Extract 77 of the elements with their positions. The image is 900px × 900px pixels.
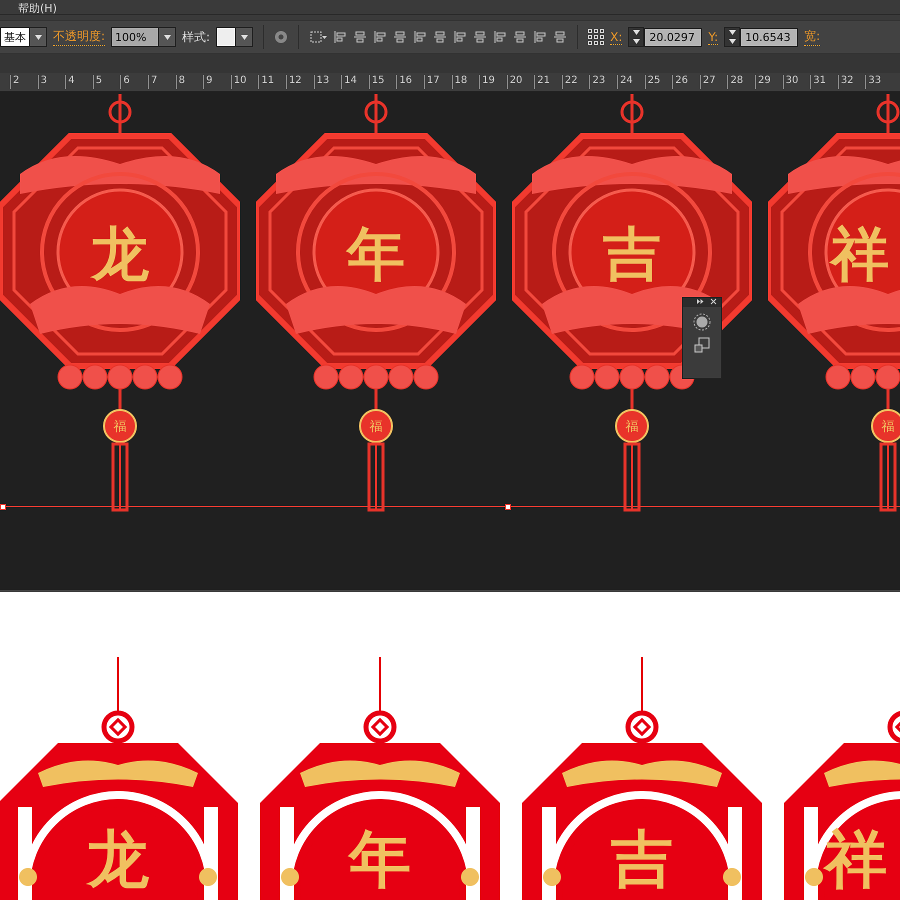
badge-character: 福 bbox=[882, 420, 894, 434]
ruler-number: 21 bbox=[534, 75, 562, 89]
ruler-number: 25 bbox=[644, 75, 672, 89]
align-icon[interactable] bbox=[433, 30, 448, 44]
ruler-number: 18 bbox=[452, 75, 480, 89]
badge-character: 福 bbox=[114, 420, 126, 434]
badge-character: 福 bbox=[626, 420, 638, 434]
calligraphy-character: 吉 bbox=[603, 220, 661, 288]
align-icon[interactable] bbox=[353, 30, 368, 44]
ruler-number: 17 bbox=[424, 75, 452, 89]
calligraphy-character: 龙 bbox=[91, 220, 149, 288]
ruler-number: 10 bbox=[230, 75, 258, 89]
ruler-number: 14 bbox=[341, 75, 369, 89]
opacity-dropdown[interactable]: 100% bbox=[111, 27, 176, 47]
style-dropdown[interactable] bbox=[216, 27, 254, 47]
ruler-number: 9 bbox=[203, 75, 231, 89]
caret-icon bbox=[240, 34, 248, 40]
reference-point-icon[interactable] bbox=[588, 29, 604, 45]
ruler-number: 7 bbox=[148, 75, 176, 89]
ruler-number: 5 bbox=[92, 75, 120, 89]
menu-item[interactable]: 帮助(H) bbox=[18, 3, 57, 14]
ruler-number: 8 bbox=[176, 75, 204, 89]
caret-icon bbox=[164, 34, 171, 40]
ruler-number: 27 bbox=[700, 75, 728, 89]
ruler-number: 22 bbox=[562, 75, 590, 89]
calligraphy-character: 祥 bbox=[831, 220, 889, 288]
align-icon[interactable] bbox=[373, 30, 388, 44]
ruler-number: 20 bbox=[506, 75, 534, 89]
workspace-dropdown[interactable]: 基本 bbox=[0, 27, 47, 47]
close-icon[interactable] bbox=[710, 298, 717, 305]
ruler-number: 3 bbox=[38, 75, 66, 89]
calligraphy-character: 年 bbox=[347, 220, 405, 288]
align-icon[interactable] bbox=[413, 30, 428, 44]
transform-icon[interactable] bbox=[309, 30, 328, 44]
ruler-number: 4 bbox=[65, 75, 93, 89]
align-icon[interactable] bbox=[533, 30, 548, 44]
align-icon[interactable] bbox=[333, 30, 348, 44]
ruler-number: 31 bbox=[810, 75, 838, 89]
width-label: 宽: bbox=[804, 28, 820, 46]
ruler-number: 23 bbox=[589, 75, 618, 89]
ruler-number: 13 bbox=[314, 75, 342, 89]
selection-handle[interactable] bbox=[505, 504, 511, 510]
ruler-number: 19 bbox=[479, 75, 507, 89]
x-label: X: bbox=[610, 30, 622, 44]
y-label: Y: bbox=[708, 30, 718, 44]
ruler-number: 24 bbox=[617, 75, 645, 89]
calligraphy-character: 年 bbox=[349, 822, 411, 896]
align-icon[interactable] bbox=[513, 30, 528, 44]
style-label: 样式: bbox=[182, 28, 210, 46]
recolor-icon[interactable] bbox=[274, 30, 288, 44]
align-icon[interactable] bbox=[453, 30, 468, 44]
align-icon[interactable] bbox=[393, 30, 408, 44]
opacity-label[interactable]: 不透明度: bbox=[53, 28, 106, 46]
ruler-number: 6 bbox=[120, 75, 148, 89]
ruler-number: 29 bbox=[755, 75, 783, 89]
ruler-number: 2 bbox=[10, 75, 38, 89]
ruler-number: 28 bbox=[727, 75, 756, 89]
caret-icon bbox=[34, 34, 42, 40]
ruler-number: 16 bbox=[396, 75, 424, 89]
ruler-number: 33 bbox=[865, 75, 893, 89]
badge-character: 福 bbox=[370, 420, 382, 434]
calligraphy-character: 祥 bbox=[825, 822, 887, 896]
align-icon[interactable] bbox=[493, 30, 508, 44]
align-icon[interactable] bbox=[553, 30, 568, 44]
arrange-icon[interactable] bbox=[694, 337, 710, 353]
brightness-icon[interactable] bbox=[693, 313, 711, 331]
align-icon[interactable] bbox=[473, 30, 488, 44]
collapse-icon[interactable] bbox=[697, 298, 704, 305]
calligraphy-character: 吉 bbox=[611, 822, 673, 896]
ruler-number: 30 bbox=[782, 75, 810, 89]
calligraphy-character: 龙 bbox=[87, 822, 149, 896]
ruler-number: 32 bbox=[838, 75, 866, 89]
ruler-number: 15 bbox=[368, 75, 396, 89]
selection-handle[interactable] bbox=[0, 504, 6, 510]
ruler-number: 11 bbox=[258, 75, 286, 89]
ruler-number: 12 bbox=[286, 75, 314, 89]
ruler-number: 26 bbox=[672, 75, 700, 89]
